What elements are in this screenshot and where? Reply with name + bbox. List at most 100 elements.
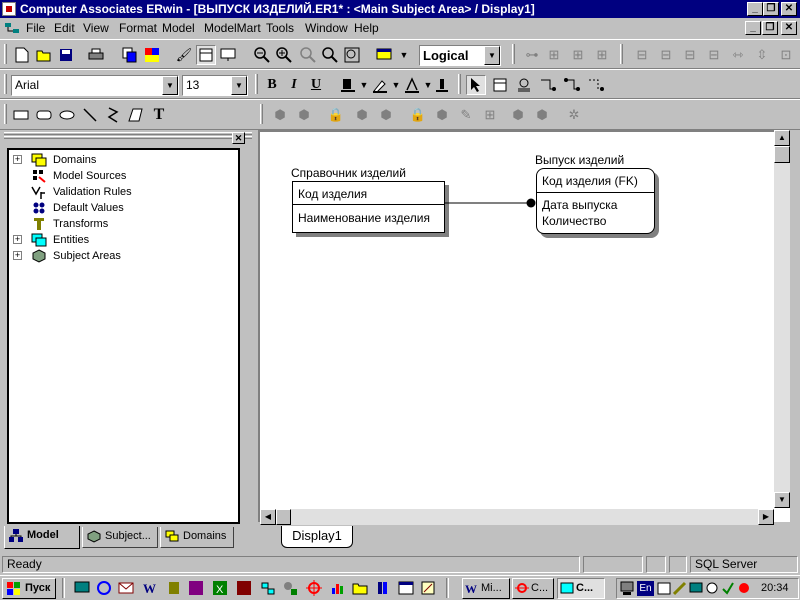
entity-tool-icon[interactable] bbox=[490, 75, 510, 95]
entity-box[interactable]: Код изделия (FK) Дата выпуска Количество bbox=[536, 168, 655, 234]
entity-display-icon[interactable] bbox=[196, 45, 216, 65]
entity-attribute[interactable]: Количество bbox=[542, 214, 606, 228]
rounded-rectangle-tool-icon[interactable] bbox=[34, 105, 54, 125]
underline-button[interactable]: U bbox=[306, 75, 326, 95]
tree-item-domains[interactable]: + Domains bbox=[9, 152, 238, 168]
menu-model[interactable]: Model bbox=[162, 18, 195, 38]
pointer-tool-icon[interactable] bbox=[466, 75, 486, 95]
start-button[interactable]: Пуск bbox=[2, 578, 56, 599]
font-size-select[interactable]: 13 ▼ bbox=[182, 75, 248, 96]
mart-security-icon[interactable]: ⬢ bbox=[532, 105, 552, 125]
expand-icon[interactable]: + bbox=[13, 155, 22, 164]
horizontal-scrollbar[interactable]: ◀ ▶ bbox=[260, 509, 774, 525]
entity-attribute[interactable]: Дата выпуска bbox=[542, 198, 617, 212]
tray-app-icon[interactable] bbox=[657, 581, 671, 596]
horizontal-scroll-thumb[interactable] bbox=[276, 509, 291, 525]
document-minimize-button[interactable]: _ bbox=[745, 21, 761, 35]
menu-tools[interactable]: Tools bbox=[266, 18, 294, 38]
maximize-button[interactable]: ❐ bbox=[763, 2, 779, 16]
excel-icon[interactable]: X bbox=[212, 580, 228, 596]
text-tool-button[interactable]: T bbox=[149, 105, 169, 125]
tree-item-model-sources[interactable]: Model Sources bbox=[9, 168, 238, 184]
tree-item-subject-areas[interactable]: + Subject Areas bbox=[9, 248, 238, 264]
network-layout-icon[interactable]: ⊞ bbox=[592, 45, 612, 65]
print-icon[interactable] bbox=[86, 45, 106, 65]
identifying-relationship-icon[interactable] bbox=[538, 75, 558, 95]
arrange-icon[interactable]: ⊡ bbox=[776, 45, 796, 65]
relationship-identifying-icon[interactable]: ⊶ bbox=[522, 45, 542, 65]
zoom-normal-icon[interactable] bbox=[298, 45, 318, 65]
mart-grid-icon[interactable]: ⊞ bbox=[480, 105, 500, 125]
zoom-in-icon[interactable] bbox=[274, 45, 294, 65]
computer-icon[interactable] bbox=[620, 581, 634, 596]
zoom-out-icon[interactable] bbox=[252, 45, 272, 65]
hierarchy-layout-icon[interactable]: ⊞ bbox=[568, 45, 588, 65]
tree-item-validation-rules[interactable]: Validation Rules bbox=[9, 184, 238, 200]
view-mode-select[interactable]: Logical ▼ bbox=[419, 45, 501, 66]
close-button[interactable]: ✕ bbox=[781, 2, 797, 16]
align-left-icon[interactable]: ⊟ bbox=[632, 45, 652, 65]
desktop-icon[interactable] bbox=[74, 580, 90, 596]
mart-edit-icon[interactable]: ✎ bbox=[456, 105, 476, 125]
text-style-icon[interactable] bbox=[432, 75, 452, 95]
tray-tool-icon[interactable] bbox=[673, 581, 687, 596]
category-tool-icon[interactable] bbox=[514, 75, 534, 95]
font-name-select[interactable]: Arial ▼ bbox=[11, 75, 179, 96]
diagram-canvas[interactable]: Справочник изделий Код изделия Наименова… bbox=[258, 130, 800, 522]
subject-area-dropdown-icon[interactable]: ▼ bbox=[394, 45, 414, 65]
tree-layout-icon[interactable]: ⊞ bbox=[544, 45, 564, 65]
calendar-icon[interactable] bbox=[398, 580, 414, 596]
scroll-down-icon[interactable]: ▼ bbox=[774, 492, 790, 508]
expand-icon[interactable]: + bbox=[13, 251, 22, 260]
tray-antivirus-icon[interactable] bbox=[737, 581, 751, 596]
internet-explorer-icon[interactable] bbox=[96, 580, 112, 596]
powerpoint-icon[interactable] bbox=[188, 580, 204, 596]
scroll-right-icon[interactable]: ▶ bbox=[758, 509, 774, 525]
erwin-app-icon[interactable] bbox=[2, 2, 16, 16]
zoom-window-icon[interactable] bbox=[342, 45, 362, 65]
outlook-icon[interactable] bbox=[118, 580, 134, 596]
tray-clock-icon[interactable] bbox=[705, 581, 719, 596]
language-indicator[interactable]: En bbox=[637, 581, 654, 596]
task-erwin-1[interactable]: C... bbox=[512, 578, 554, 599]
mart-object-icon[interactable]: ⬢ bbox=[352, 105, 372, 125]
relationship-line[interactable] bbox=[445, 198, 540, 208]
tab-display1[interactable]: Display1 bbox=[281, 526, 353, 548]
mart-check-in-icon[interactable]: ⬢ bbox=[294, 105, 314, 125]
document-close-button[interactable]: ✕ bbox=[781, 21, 797, 35]
tree-item-default-values[interactable]: Default Values bbox=[9, 200, 238, 216]
tree-item-entities[interactable]: + Entities bbox=[9, 232, 238, 248]
mart-lock-icon[interactable]: 🔒 bbox=[408, 105, 428, 125]
font-name-dropdown-icon[interactable]: ▼ bbox=[162, 76, 178, 95]
menu-window[interactable]: Window bbox=[305, 18, 348, 38]
panel-grip[interactable] bbox=[4, 132, 252, 135]
lock-icon[interactable]: 🔒 bbox=[326, 105, 346, 125]
align-right-icon[interactable]: ⊟ bbox=[680, 45, 700, 65]
entity-title[interactable]: Выпуск изделий bbox=[535, 153, 624, 167]
tray-monitor-icon[interactable] bbox=[689, 581, 703, 596]
mart-settings-icon[interactable]: ✲ bbox=[564, 105, 584, 125]
panel-close-button[interactable]: ✕ bbox=[232, 132, 245, 144]
tree-item-transforms[interactable]: Transforms bbox=[9, 216, 238, 232]
mart-refresh-icon[interactable]: ⬢ bbox=[376, 105, 396, 125]
entity-attribute[interactable]: Наименование изделия bbox=[298, 211, 430, 225]
view-mode-dropdown-icon[interactable]: ▼ bbox=[484, 46, 500, 65]
menu-help[interactable]: Help bbox=[354, 18, 379, 38]
rectangle-tool-icon[interactable] bbox=[11, 105, 31, 125]
vertical-scrollbar[interactable]: ▲ ▼ bbox=[774, 130, 790, 508]
task-word[interactable]: W Mi... bbox=[462, 578, 510, 599]
menu-format[interactable]: Format bbox=[119, 18, 157, 38]
vertical-scroll-thumb[interactable] bbox=[774, 146, 790, 163]
tray-check-icon[interactable] bbox=[721, 581, 735, 596]
menu-view[interactable]: View bbox=[83, 18, 109, 38]
tab-subject-areas[interactable]: Subject... bbox=[82, 527, 158, 548]
polyline-tool-icon[interactable] bbox=[103, 105, 123, 125]
erwin-quick-launch-icon[interactable] bbox=[306, 580, 322, 596]
notes-icon[interactable] bbox=[420, 580, 436, 596]
entity-key-attribute[interactable]: Код изделия bbox=[298, 187, 367, 201]
line-tool-icon[interactable] bbox=[80, 105, 100, 125]
menu-file[interactable]: File bbox=[26, 18, 45, 38]
tab-model[interactable]: Model bbox=[4, 526, 80, 549]
new-file-icon[interactable] bbox=[12, 45, 32, 65]
folder-icon[interactable] bbox=[352, 580, 368, 596]
